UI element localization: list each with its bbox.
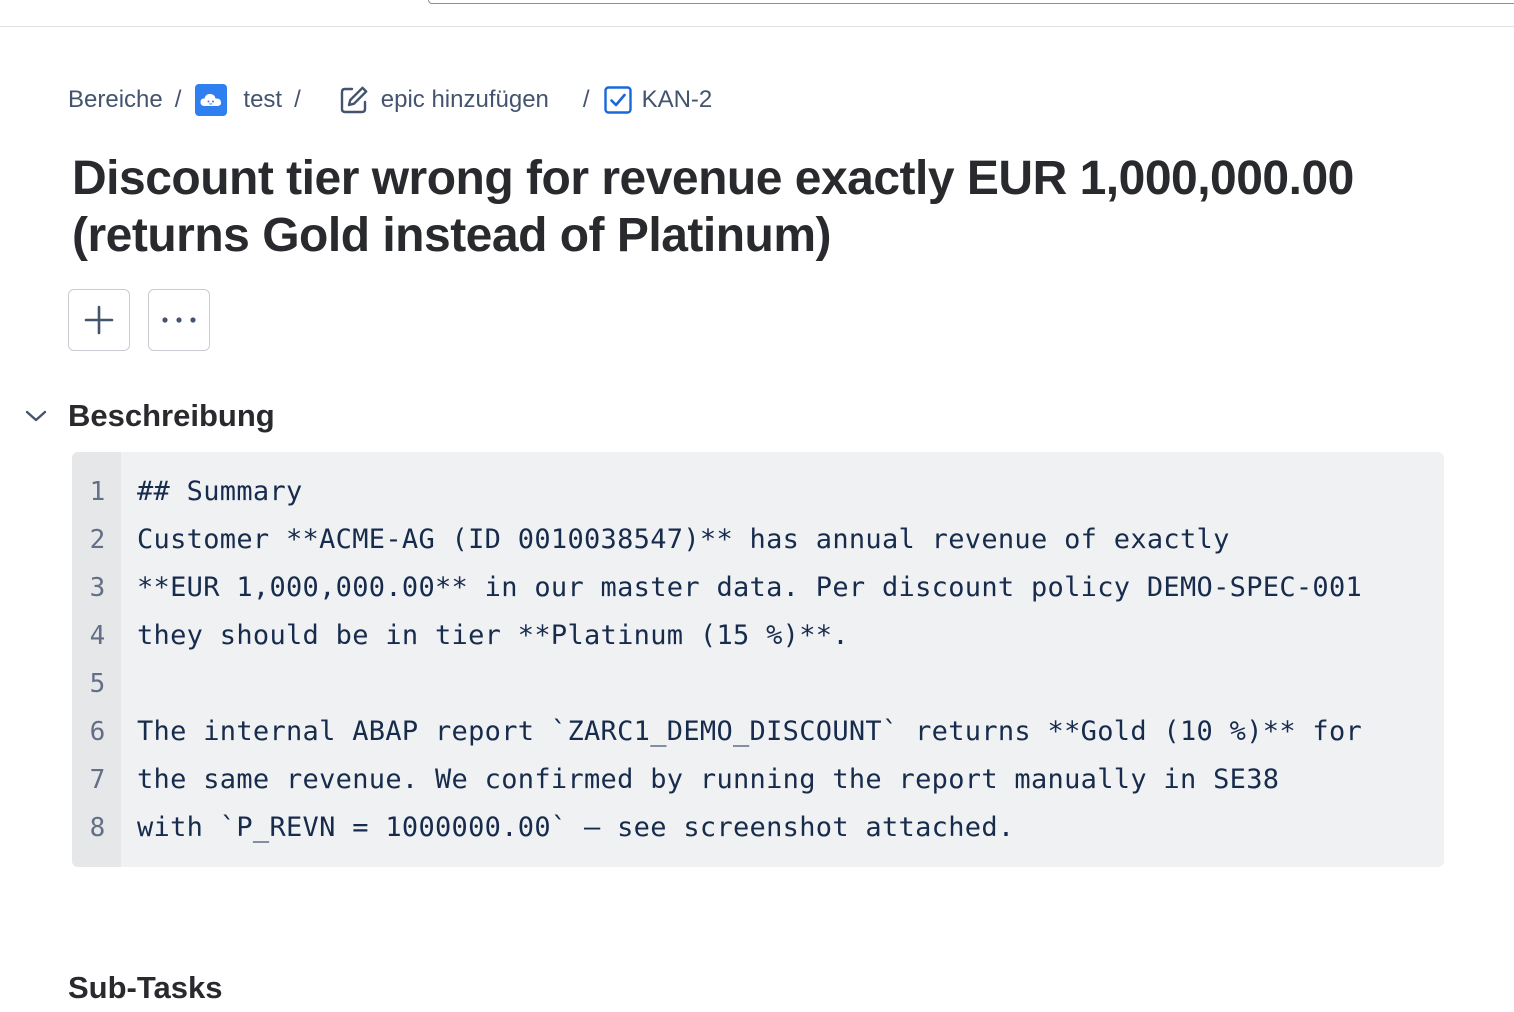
- code-line: Customer **ACME-AG (ID 0010038547)** has…: [137, 524, 1230, 555]
- line-number: 6: [89, 717, 106, 747]
- top-input-edge[interactable]: [428, 0, 1514, 4]
- line-number: 3: [89, 573, 106, 603]
- code-line: the same revenue. We confirmed by runnin…: [137, 764, 1280, 795]
- plus-icon: [84, 305, 114, 335]
- breadcrumb-epic-label: epic hinzufügen: [380, 86, 549, 113]
- breadcrumb-separator: /: [294, 86, 301, 113]
- breadcrumb-issue[interactable]: KAN-2: [603, 86, 713, 114]
- code-line: ## Summary: [137, 476, 303, 507]
- breadcrumb-add-epic[interactable]: epic hinzufügen: [315, 85, 549, 115]
- code-line: they should be in tier **Platinum (15 %)…: [137, 620, 849, 651]
- more-actions-button[interactable]: [148, 289, 210, 351]
- subtasks-heading: Sub-Tasks: [68, 970, 223, 1005]
- edit-icon: [339, 85, 369, 115]
- add-button[interactable]: [68, 289, 130, 351]
- breadcrumb-root[interactable]: Bereiche: [68, 86, 163, 114]
- top-toolbar-strip: [0, 0, 1514, 27]
- code-line: The internal ABAP report `ZARC1_DEMO_DIS…: [137, 716, 1363, 747]
- ellipsis-icon: [161, 316, 197, 324]
- checkbox-task-icon: [603, 86, 632, 114]
- line-number: 5: [89, 669, 106, 699]
- description-section-header: Beschreibung: [22, 394, 275, 438]
- breadcrumb-project[interactable]: test: [195, 84, 282, 116]
- issue-title[interactable]: Discount tier wrong for revenue exactly …: [72, 150, 1472, 264]
- breadcrumb-issue-key: KAN-2: [641, 86, 713, 113]
- description-heading: Beschreibung: [68, 398, 275, 433]
- cloud-project-icon: [195, 84, 228, 116]
- description-code-block[interactable]: 1 2 3 4 5 6 7 8 ## Summary Customer **AC…: [72, 452, 1444, 867]
- breadcrumb: Bereiche / test / epic hinzufügen / KAN-…: [68, 80, 712, 120]
- code-content[interactable]: ## Summary Customer **ACME-AG (ID 001003…: [121, 452, 1444, 867]
- breadcrumb-separator: /: [582, 86, 590, 113]
- line-number: 4: [89, 621, 106, 651]
- code-line: **EUR 1,000,000.00** in our master data.…: [137, 572, 1363, 603]
- breadcrumb-separator: /: [174, 86, 182, 113]
- chevron-down-icon[interactable]: [22, 409, 50, 423]
- breadcrumb-project-label: test: [243, 86, 283, 113]
- line-number: 1: [89, 477, 106, 507]
- line-number: 8: [89, 813, 106, 843]
- line-number: 2: [89, 525, 106, 555]
- code-line: with `P_REVN = 1000000.00` — see screens…: [137, 812, 1015, 843]
- line-number-gutter: 1 2 3 4 5 6 7 8: [72, 452, 121, 867]
- line-number: 7: [89, 765, 106, 795]
